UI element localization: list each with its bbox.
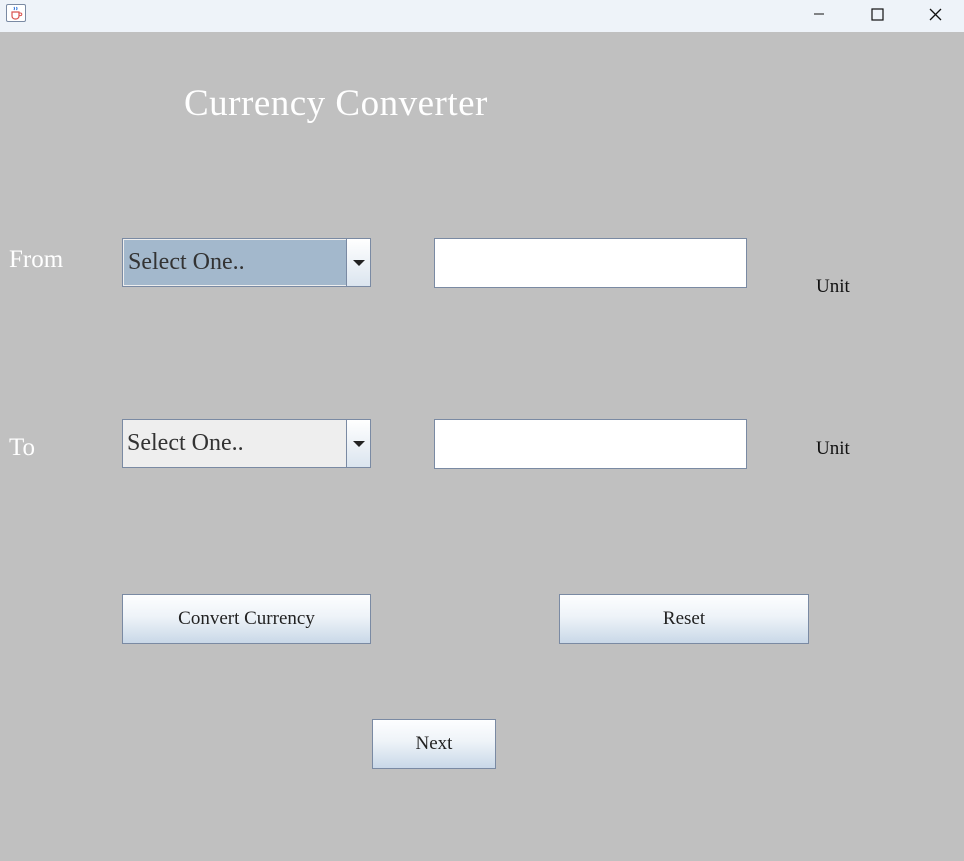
reset-button[interactable]: Reset	[559, 594, 809, 644]
to-currency-dropdown-button[interactable]	[346, 420, 370, 467]
from-currency-select[interactable]: Select One..	[122, 238, 371, 287]
to-unit-label: Unit	[816, 438, 850, 459]
to-currency-select[interactable]: Select One..	[122, 419, 371, 468]
to-currency-select-value: Select One..	[127, 430, 244, 456]
minimize-icon	[814, 13, 824, 15]
close-icon	[929, 8, 941, 20]
from-label: From	[9, 246, 64, 273]
to-amount-field[interactable]	[434, 419, 747, 469]
maximize-icon	[870, 7, 884, 21]
next-button[interactable]: Next	[372, 719, 496, 769]
minimize-button[interactable]	[790, 0, 848, 28]
from-unit-label: Unit	[816, 276, 850, 297]
page-title: Currency Converter	[184, 83, 488, 124]
maximize-button[interactable]	[848, 0, 906, 28]
main-panel: Currency Converter From Select One.. Uni…	[0, 32, 964, 861]
close-button[interactable]	[906, 0, 964, 28]
from-currency-select-value: Select One..	[124, 240, 346, 285]
chevron-down-icon	[352, 440, 365, 447]
convert-currency-button[interactable]: Convert Currency	[122, 594, 371, 644]
window-titlebar	[0, 0, 964, 32]
from-currency-dropdown-button[interactable]	[346, 239, 370, 286]
chevron-down-icon	[352, 259, 365, 266]
from-amount-field[interactable]	[434, 238, 747, 288]
java-cup-icon	[6, 4, 26, 22]
to-label: To	[9, 434, 36, 461]
